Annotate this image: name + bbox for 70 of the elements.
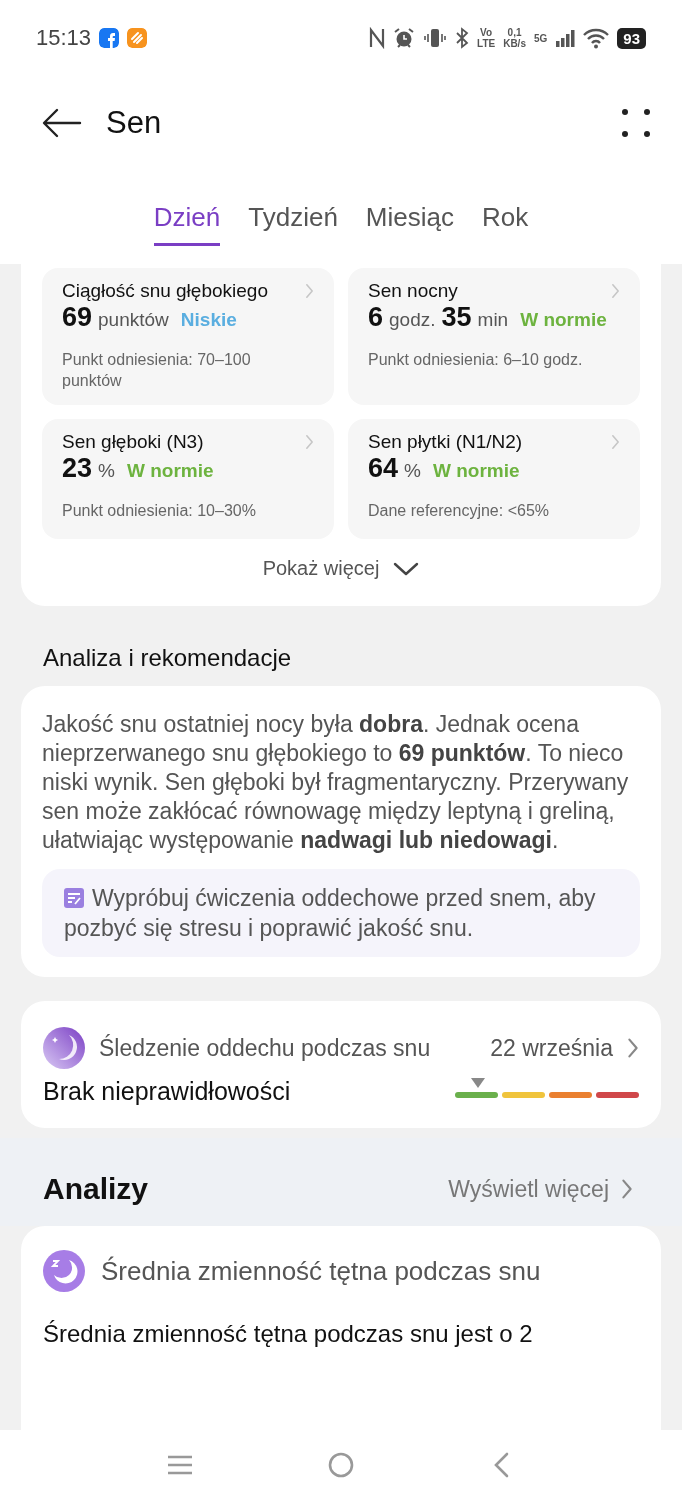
period-tab[interactable]: Dzień — [153, 202, 221, 246]
app-notification-icon — [127, 28, 148, 48]
metric-status: W normie — [520, 309, 607, 331]
show-more-link[interactable]: Pokaż więcej — [42, 539, 640, 596]
sleeping-moon-icon — [43, 1250, 85, 1292]
metric-value: 64 — [368, 453, 399, 484]
chevron-right-icon — [305, 283, 314, 299]
breathing-result: Brak nieprawidłowości — [43, 1077, 291, 1106]
moon-badge-icon — [43, 1027, 85, 1069]
tip-box: Wypróbuj ćwiczenia oddechowe przed snem, aby pozbyć się stresu i poprawić jakość snu. — [42, 869, 640, 957]
back-arrow-icon[interactable] — [42, 108, 82, 138]
metric-title: Ciągłość snu głębokiego — [62, 280, 268, 302]
battery-level: 93 — [617, 27, 646, 49]
chevron-right-icon — [621, 1178, 633, 1200]
facebook-app-icon — [99, 28, 120, 48]
bluetooth-icon — [455, 27, 469, 49]
alarm-icon — [393, 27, 415, 49]
status-time: 15:13 — [36, 25, 92, 51]
chevron-right-icon — [305, 434, 314, 450]
metric-unit: % — [98, 460, 115, 482]
analysis-text: Jakość snu ostatniej nocy była dobra. Jednak ocena nieprzerwanego snu głębokiego to 69 punktów. To nieco niski wynik. Sen głęboki był fragmentaryczny. Przerywany sen może zakłócać równowagę między leptyną i greliną, ułatwiając występowanie nadwagi lub niedowagi. — [42, 710, 630, 855]
metric-reference: Punkt odniesienia: 6–10 godz. — [368, 350, 584, 370]
metric-tile[interactable]: Sen nocny 6 godz. 35 min W normie Punkt odniesienia: 6–10 godz. — [348, 268, 640, 405]
metric-value: 23 — [62, 453, 93, 484]
metric-unit: % — [404, 460, 421, 482]
signal-icon — [555, 27, 576, 49]
note-icon — [64, 888, 84, 908]
insight-title: Średnia zmienność tętna podczas snu — [101, 1255, 541, 1287]
metric-value: 6 — [368, 302, 384, 333]
network-type: 5G — [533, 32, 548, 44]
home-icon[interactable] — [326, 1450, 356, 1480]
metric-unit: godz. — [389, 309, 436, 331]
caret-icon — [393, 560, 420, 577]
chevron-right-icon — [627, 1037, 639, 1059]
breathing-card[interactable]: Śledzenie oddechu podczas snu 22 września Brak nieprawidłowości — [21, 1001, 661, 1128]
metric-tile[interactable]: Sen płytki (N1/N2) 64 % W normie Dane referencyjne: <65% — [348, 419, 640, 539]
more-options-icon[interactable] — [620, 107, 652, 139]
period-tab[interactable]: Rok — [482, 202, 529, 246]
period-tab[interactable]: Tydzień — [248, 202, 338, 246]
metric-status: Niskie — [180, 309, 237, 331]
metric-unit: min — [477, 309, 509, 331]
chevron-right-icon — [611, 283, 620, 299]
breathing-date: 22 września — [490, 1034, 613, 1062]
vibrate-icon — [423, 27, 447, 49]
metric-title: Sen głęboki (N3) — [62, 431, 204, 453]
view-more-link[interactable]: Wyświetl więcej — [442, 1174, 639, 1204]
volte-indicator: Vo LTE — [477, 27, 496, 49]
metric-status: W normie — [432, 460, 520, 482]
metric-unit: punktów — [98, 309, 169, 331]
network-speed: 0,1 KB/s — [503, 27, 526, 49]
metric-reference: Dane referencyjne: <65% — [368, 501, 550, 521]
metric-title: Sen płytki (N1/N2) — [368, 431, 523, 453]
insight-card[interactable]: Średnia zmienność tętna podczas snu Średnia zmienność tętna podczas snu jest o 2 — [21, 1226, 661, 1430]
metric-status: W normie — [126, 460, 214, 482]
section-title: Analiza i rekomendacje — [42, 643, 293, 673]
page-title: Sen — [106, 105, 163, 141]
breathing-title: Śledzenie oddechu podczas snu — [99, 1034, 432, 1062]
wifi-icon — [583, 27, 610, 49]
metric-reference: Punkt odniesienia: 70–100 punktów — [62, 350, 252, 391]
insight-text: Średnia zmienność tętna podczas snu jest o 2 — [43, 1320, 534, 1348]
nfc-icon — [369, 27, 385, 49]
metric-value: 69 — [62, 302, 93, 333]
metric-reference: Punkt odniesienia: 10–30% — [62, 501, 257, 521]
section-title: Analizy — [43, 1172, 150, 1206]
metric-value: 35 — [441, 302, 472, 333]
metric-tile[interactable]: Ciągłość snu głębokiego 69 punktów Niskie Punkt odniesienia: 70–100 punktów — [42, 268, 334, 405]
period-tab[interactable]: Miesiąc — [365, 202, 454, 246]
chevron-right-icon — [611, 434, 620, 450]
metric-tile[interactable]: Sen głęboki (N3) 23 % W normie Punkt odniesienia: 10–30% — [42, 419, 334, 539]
metric-title: Sen nocny — [368, 280, 458, 302]
